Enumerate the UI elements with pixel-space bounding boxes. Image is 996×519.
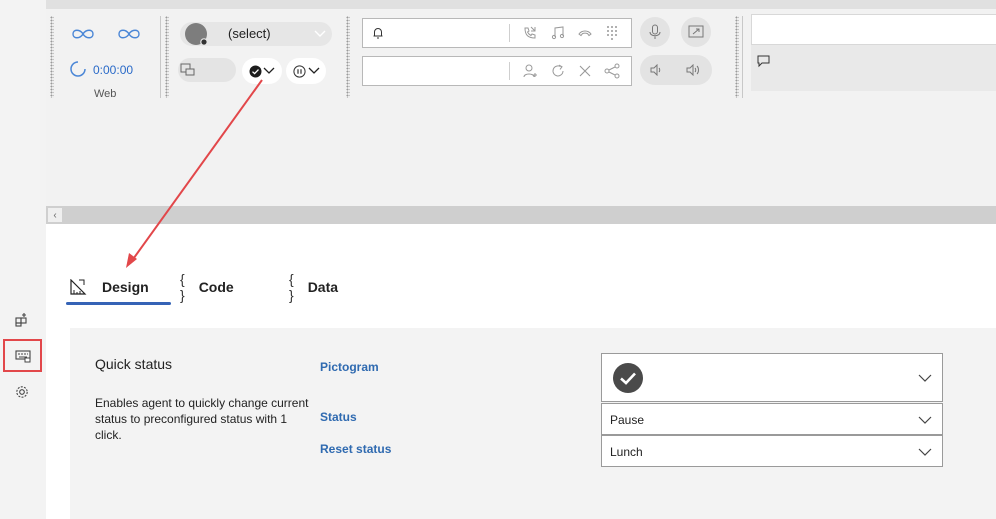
- reset-status-label: Reset status: [320, 442, 392, 456]
- status-select-value: (select): [228, 26, 271, 41]
- channel-label: Web: [94, 88, 117, 100]
- tab-design[interactable]: Design: [70, 270, 149, 304]
- braces-icon: { }: [289, 271, 294, 303]
- bell-icon: [370, 25, 386, 41]
- chevron-down-icon: [918, 446, 932, 460]
- widget-description: Enables agent to quickly change current …: [95, 396, 309, 442]
- top-strip: [46, 0, 996, 9]
- tab-label: Data: [307, 279, 339, 295]
- hang-up-icon[interactable]: [576, 25, 594, 41]
- keyboard-widget-icon[interactable]: [3, 339, 42, 372]
- chevron-down-icon: [918, 414, 932, 428]
- pause-circle-icon: [292, 64, 306, 78]
- status-value: Pause: [610, 413, 645, 427]
- timer-label: 0:00:00: [93, 63, 134, 77]
- infinity-icon[interactable]: [70, 26, 96, 42]
- tab-label: Design: [102, 279, 149, 295]
- volume-up-icon[interactable]: [684, 63, 704, 77]
- share-icon[interactable]: [603, 63, 621, 79]
- tab-data[interactable]: { } Data: [289, 270, 338, 304]
- volume-down-icon[interactable]: [648, 63, 664, 77]
- ruler-triangle-icon: [70, 279, 88, 295]
- chat-icon[interactable]: [756, 54, 770, 68]
- dialpad-icon[interactable]: [603, 25, 621, 41]
- drag-handle[interactable]: [735, 16, 739, 98]
- avatar: [184, 22, 208, 46]
- scroll-left-arrow[interactable]: ‹: [48, 208, 62, 222]
- redo-icon[interactable]: [549, 63, 567, 79]
- check-circle-icon: [248, 64, 262, 78]
- chat-header: [751, 14, 996, 45]
- screen-share-button[interactable]: [681, 17, 711, 47]
- divider: [742, 16, 743, 98]
- infinity-icon[interactable]: [116, 26, 142, 42]
- left-rail: [0, 0, 46, 519]
- status-dropdown[interactable]: Pause: [601, 403, 943, 435]
- chevron-down-icon: [918, 372, 932, 386]
- call-transfer-icon[interactable]: [521, 25, 539, 41]
- chevron-down-icon: [262, 64, 276, 78]
- divider: [160, 16, 161, 98]
- selected-tab-indicator: [66, 302, 171, 305]
- widget-title: Quick status: [95, 356, 173, 372]
- add-widget-icon[interactable]: [9, 307, 35, 333]
- gear-icon[interactable]: [9, 379, 35, 405]
- reset-status-value: Lunch: [610, 445, 643, 459]
- pictogram-label: Pictogram: [320, 360, 379, 374]
- drag-handle[interactable]: [346, 16, 350, 98]
- close-icon[interactable]: [576, 63, 594, 79]
- drag-handle[interactable]: [165, 16, 169, 98]
- music-note-icon[interactable]: [549, 25, 567, 41]
- tab-code[interactable]: { } Code: [180, 270, 234, 304]
- spinner-icon: [69, 60, 87, 78]
- chat-panel: [751, 14, 996, 91]
- workstation-icon: [180, 62, 196, 78]
- pictogram-dropdown[interactable]: [601, 353, 943, 402]
- check-circle-icon: [612, 362, 644, 394]
- microphone-button[interactable]: [640, 17, 670, 47]
- chevron-down-icon: [307, 64, 321, 78]
- drag-handle[interactable]: [50, 16, 54, 98]
- add-contact-icon[interactable]: [521, 63, 539, 79]
- status-label: Status: [320, 410, 357, 424]
- chevron-down-icon: [313, 27, 327, 41]
- braces-icon: { }: [180, 271, 185, 303]
- reset-status-dropdown[interactable]: Lunch: [601, 435, 943, 467]
- tab-label: Code: [198, 279, 234, 295]
- horizontal-scrollbar[interactable]: ‹: [46, 206, 996, 224]
